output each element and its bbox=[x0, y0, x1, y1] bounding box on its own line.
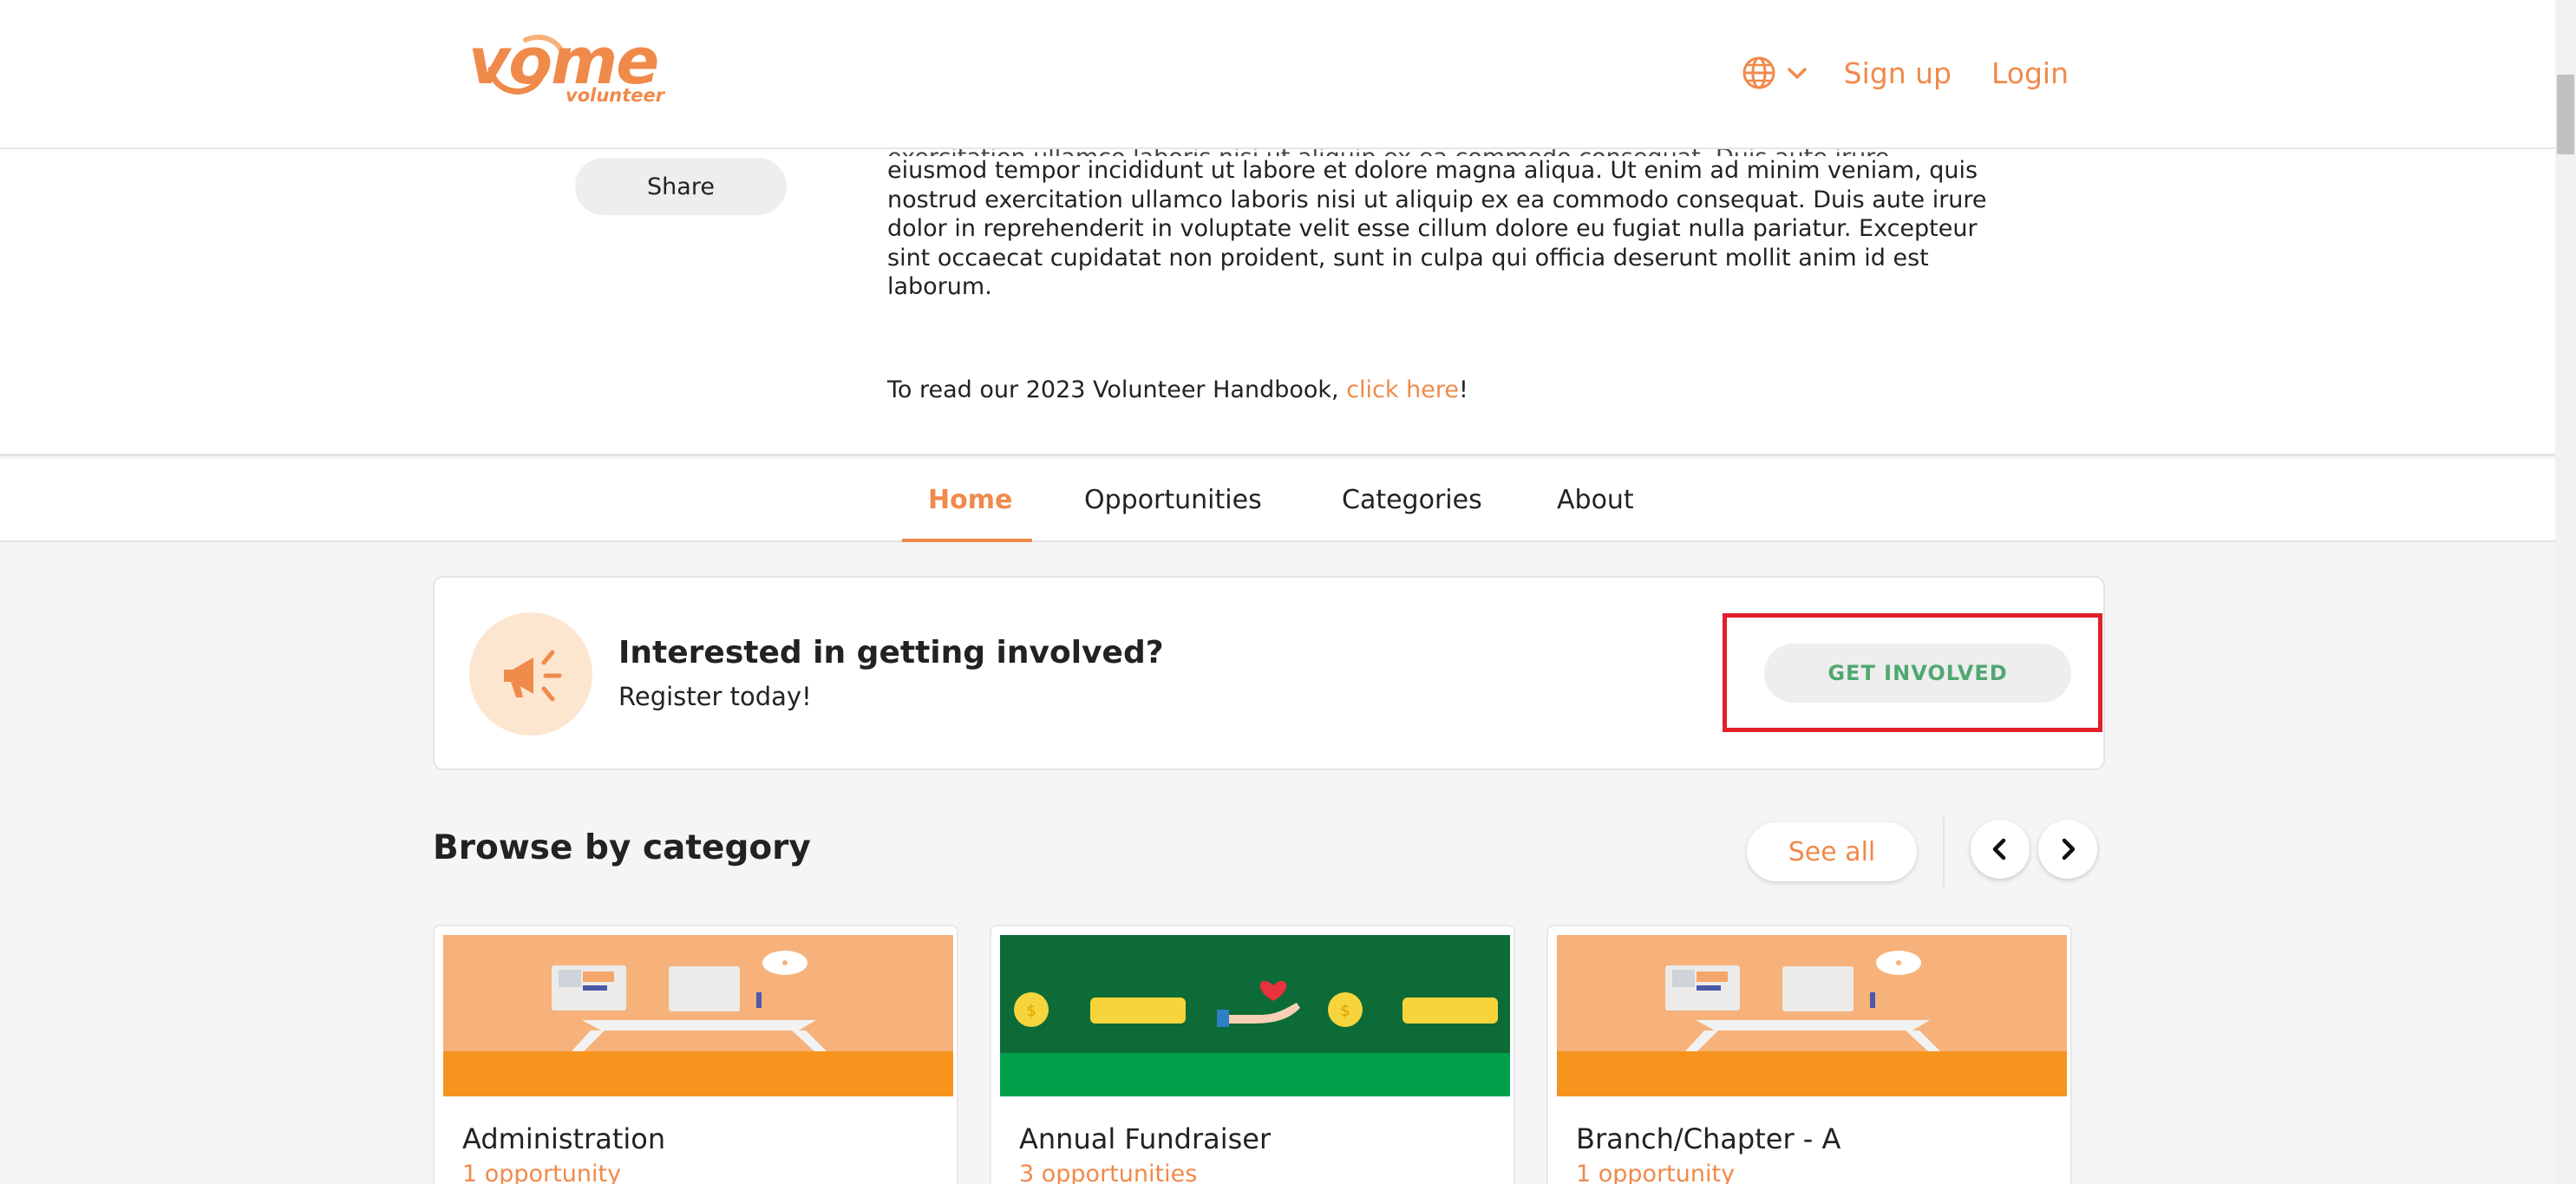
tab-about[interactable]: About bbox=[1557, 459, 1634, 542]
svg-text:$: $ bbox=[1026, 1002, 1036, 1020]
page-scrollbar[interactable] bbox=[2555, 0, 2576, 1184]
get-involved-card: Interested in getting involved? Register… bbox=[433, 576, 2105, 770]
category-count[interactable]: 3 opportunities bbox=[1019, 1161, 1197, 1184]
chevron-down-icon bbox=[1787, 68, 1807, 79]
main-tabs: Home Opportunities Categories About bbox=[0, 459, 2555, 542]
category-card-branch-chapter-a[interactable]: Branch/Chapter - A 1 opportunity bbox=[1546, 925, 2072, 1184]
tab-home[interactable]: Home bbox=[928, 459, 1012, 542]
browse-title: Browse by category bbox=[433, 828, 811, 867]
see-all-button[interactable]: See all bbox=[1747, 822, 1917, 881]
category-count[interactable]: 1 opportunity bbox=[1576, 1161, 1735, 1184]
megaphone-icon bbox=[504, 650, 562, 702]
megaphone-badge bbox=[469, 612, 592, 736]
organization-description: exercitation ullamco laboris nisi ut ali… bbox=[0, 144, 2555, 456]
involve-title: Interested in getting involved? bbox=[618, 635, 1164, 670]
handbook-link[interactable]: click here bbox=[1346, 376, 1459, 403]
globe-icon bbox=[1742, 56, 1775, 89]
signup-link[interactable]: Sign up bbox=[1844, 56, 1952, 90]
handbook-line: To read our 2023 Volunteer Handbook, cli… bbox=[887, 376, 1468, 403]
tab-categories[interactable]: Categories bbox=[1342, 459, 1482, 542]
logo-subtitle: volunteer bbox=[566, 85, 665, 106]
carousel-prev-button[interactable] bbox=[1971, 820, 2030, 879]
category-name: Annual Fundraiser bbox=[1019, 1122, 1272, 1155]
active-tab-indicator bbox=[902, 539, 1032, 542]
fundraiser-illustration: $ $ bbox=[1000, 935, 1510, 1096]
language-selector[interactable] bbox=[1742, 56, 1809, 90]
branch-illustration bbox=[1557, 935, 2067, 1096]
header-nav: Sign up Login bbox=[1742, 49, 2069, 97]
category-name: Administration bbox=[462, 1122, 666, 1155]
vome-logo[interactable]: vome volunteer bbox=[468, 24, 664, 108]
divider bbox=[1943, 817, 1945, 886]
category-name: Branch/Chapter - A bbox=[1576, 1122, 1841, 1155]
category-count[interactable]: 1 opportunity bbox=[462, 1161, 621, 1184]
chevron-left-icon bbox=[1992, 838, 2006, 860]
involve-subtitle: Register today! bbox=[618, 682, 812, 711]
chevron-right-icon bbox=[2062, 838, 2076, 860]
carousel-next-button[interactable] bbox=[2038, 820, 2097, 879]
tab-opportunities[interactable]: Opportunities bbox=[1084, 459, 1262, 542]
category-card-annual-fundraiser[interactable]: $ $ Annual Fundraiser 3 opportunities bbox=[990, 925, 1515, 1184]
share-button[interactable]: Share bbox=[575, 158, 787, 215]
handbook-prefix: To read our 2023 Volunteer Handbook, bbox=[887, 376, 1347, 403]
category-card-administration[interactable]: Administration 1 opportunity bbox=[433, 925, 958, 1184]
description-paragraph: eiusmod tempor incididunt ut labore et d… bbox=[887, 157, 1987, 301]
login-link[interactable]: Login bbox=[1991, 56, 2069, 90]
top-header: vome volunteer Sign up Login bbox=[0, 0, 2555, 149]
get-involved-button[interactable]: GET INVOLVED bbox=[1764, 644, 2071, 703]
page-scrollbar-thumb[interactable] bbox=[2557, 75, 2574, 154]
svg-text:$: $ bbox=[1340, 1002, 1350, 1020]
administration-illustration bbox=[443, 935, 953, 1096]
handbook-suffix: ! bbox=[1458, 376, 1468, 403]
